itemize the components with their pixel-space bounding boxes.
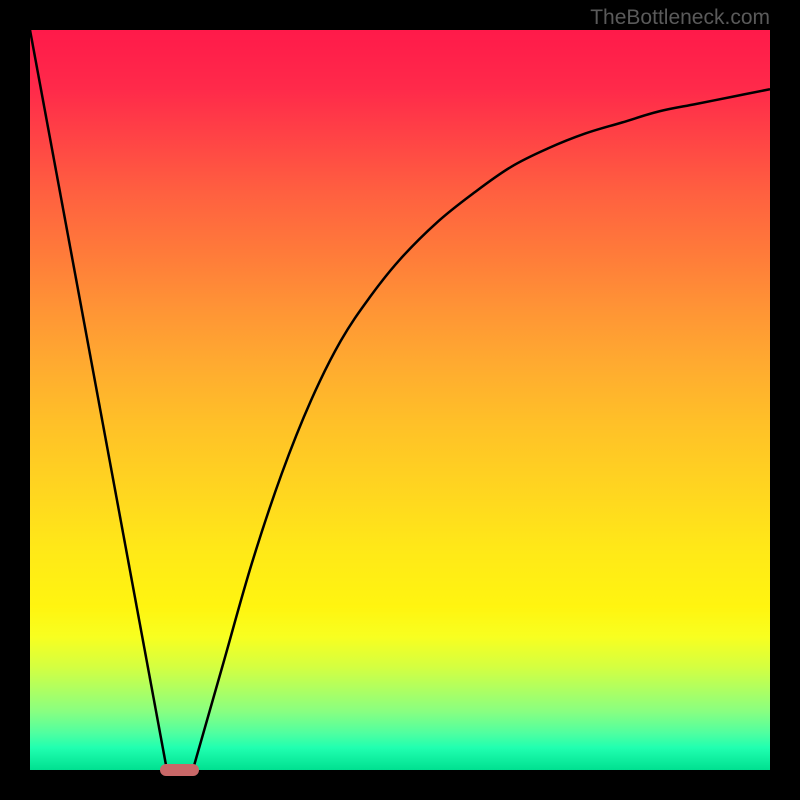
optimal-point-marker (160, 764, 198, 777)
watermark-text: TheBottleneck.com (590, 6, 770, 30)
curve-left-branch (30, 30, 167, 770)
curve-right-branch (193, 89, 770, 770)
chart-plot-area (30, 30, 770, 770)
curve-svg (30, 30, 770, 770)
